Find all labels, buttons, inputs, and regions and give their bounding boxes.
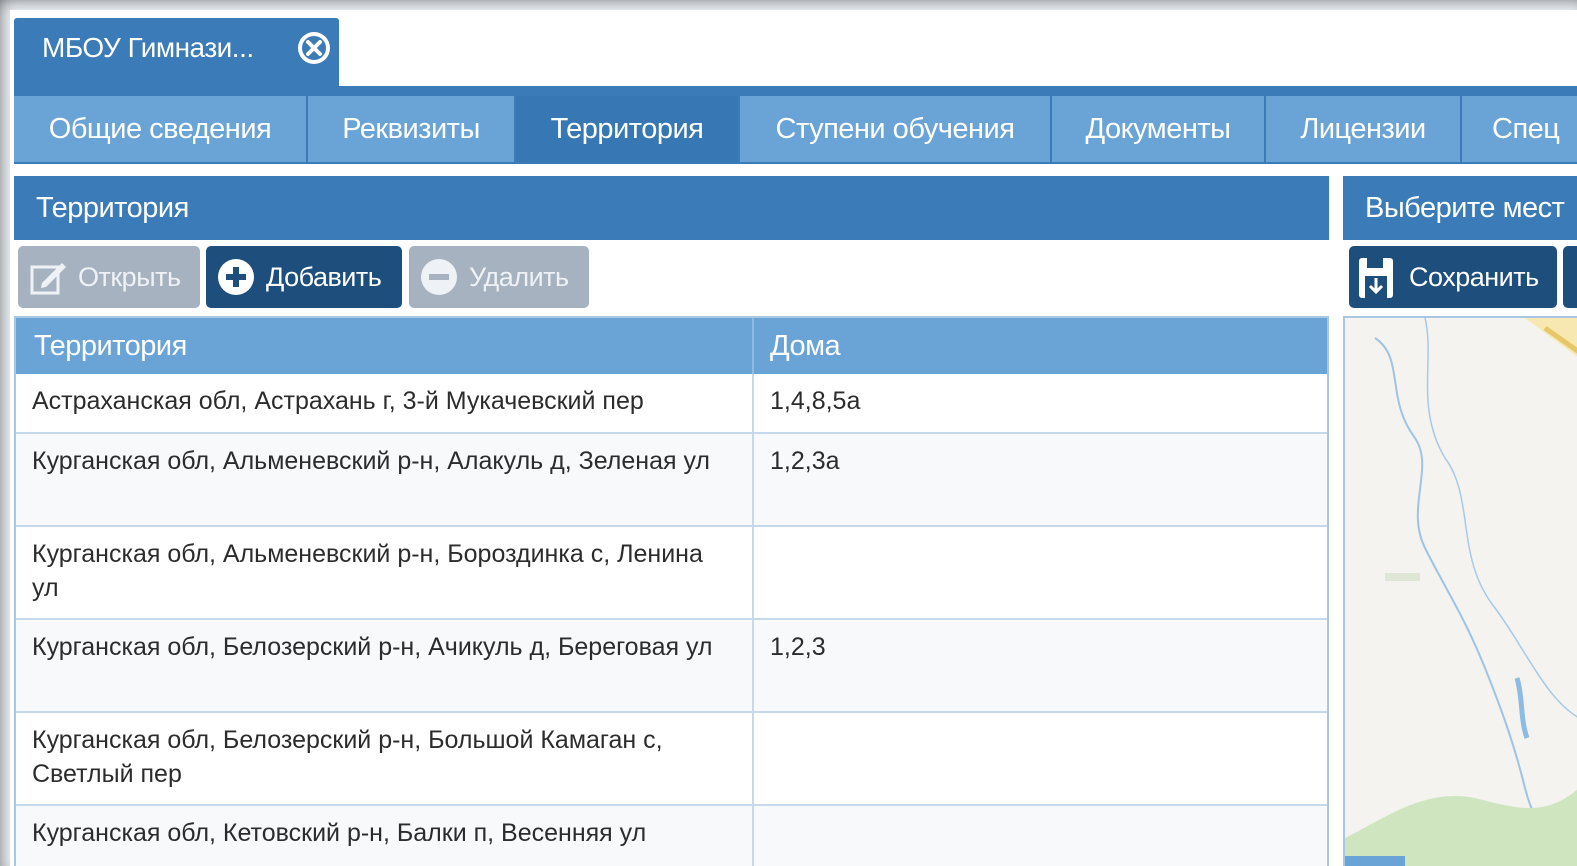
column-divider [752,374,754,434]
territory-panel-header: Территория [14,176,1329,240]
table-row[interactable]: Курганская обл, Кетовский р-н, Балки п, … [16,806,1327,866]
edit-icon [30,263,66,295]
window-tab-title: МБОУ Гимнази... [42,32,254,63]
territory-cell: Курганская обл, Альменевский р-н, Алакул… [32,447,711,475]
column-divider [752,527,754,620]
table-row[interactable]: Курганская обл, Белозерский р-н, Ачикуль… [16,620,1327,713]
tab-strip: Общие сведения Реквизиты Территория Ступ… [14,86,1577,164]
column-divider [752,806,754,866]
tab-education-levels[interactable]: Ступени обучения [740,96,1052,162]
toolbar-button-partial[interactable] [1563,246,1577,308]
territory-cell: Астраханская обл, Астрахань г, 3-й Мукач… [32,387,644,415]
table-row[interactable]: Курганская обл, Альменевский р-н, Борозд… [16,527,1327,620]
map-view[interactable] [1343,316,1577,866]
table-row[interactable]: Астраханская обл, Астрахань г, 3-й Мукач… [16,374,1327,434]
save-button[interactable]: Сохранить [1349,246,1557,308]
table-row[interactable]: Курганская обл, Белозерский р-н, Большой… [16,713,1327,806]
close-icon[interactable] [296,30,332,66]
delete-button[interactable]: Удалить [409,246,589,308]
tab-documents[interactable]: Документы [1052,96,1266,162]
table-row[interactable]: Курганская обл, Альменевский р-н, Алакул… [16,434,1327,527]
panel-title: Территория [36,192,189,224]
tab-special[interactable]: Спец [1462,96,1577,162]
tab-requisites[interactable]: Реквизиты [308,96,516,162]
territory-table: Территория Дома Астраханская обл, Астрах… [14,316,1329,866]
open-button[interactable]: Открыть [18,246,200,308]
table-header: Территория Дома [16,318,1327,374]
map-panel-title: Выберите мест [1365,192,1565,224]
add-button[interactable]: Добавить [206,246,402,308]
column-divider [752,620,754,713]
houses-cell: 1,4,8,5а [770,387,861,415]
save-icon [1359,258,1393,298]
territory-cell: Курганская обл, Белозерский р-н, Ачикуль… [32,633,713,661]
tab-territory[interactable]: Территория [516,96,740,162]
column-divider [752,713,754,806]
houses-cell: 1,2,3а [770,447,840,475]
window-tab[interactable]: МБОУ Гимнази... [14,18,339,86]
territory-cell: Курганская обл, Альменевский р-н, Борозд… [32,540,703,602]
map-canvas[interactable] [1345,318,1577,866]
territory-cell: Курганская обл, Кетовский р-н, Балки п, … [32,819,647,847]
houses-cell: 1,2,3 [770,633,826,661]
tab-licenses[interactable]: Лицензии [1266,96,1462,162]
column-header-territory[interactable]: Территория [34,318,187,374]
map-panel-header: Выберите мест [1343,176,1577,240]
tab-general-info[interactable]: Общие сведения [14,96,308,162]
minus-circle-icon [421,259,457,295]
column-divider [752,318,754,374]
column-divider [752,434,754,527]
column-header-houses[interactable]: Дома [770,318,841,374]
plus-circle-icon [218,259,254,295]
territory-cell: Курганская обл, Белозерский р-н, Большой… [32,726,663,788]
